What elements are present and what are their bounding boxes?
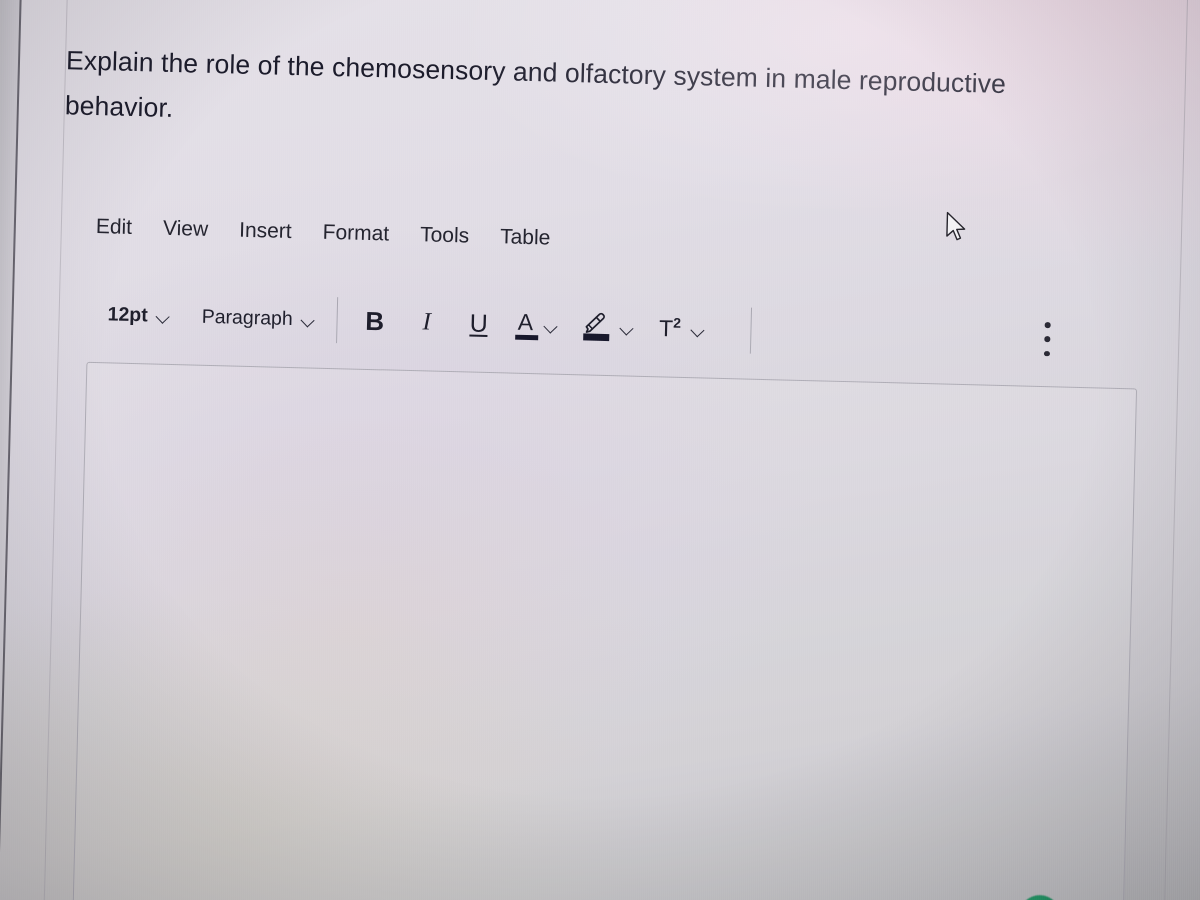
font-color-icon: A xyxy=(517,308,533,339)
font-color-control[interactable]: A xyxy=(517,308,557,340)
chevron-down-icon xyxy=(157,312,170,320)
page-content: Explain the role of the chemosensory and… xyxy=(0,0,1200,900)
superscript-exponent: 2 xyxy=(673,314,682,332)
menu-item-insert[interactable]: Insert xyxy=(239,219,292,244)
superscript-icon: T2 xyxy=(659,314,682,342)
editor-toolbar: 12pt Paragraph B I U A T2 xyxy=(107,292,772,354)
kebab-dot xyxy=(1044,336,1051,342)
editor-menubar: Edit View Insert Format Tools Table xyxy=(96,215,551,250)
more-options-icon[interactable] xyxy=(1041,322,1054,357)
italic-button[interactable]: I xyxy=(413,302,440,343)
chevron-down-icon[interactable] xyxy=(620,323,633,331)
rich-text-editor-area[interactable] xyxy=(72,361,1138,900)
toolbar-separator-2 xyxy=(750,307,753,354)
screen-panel: Explain the role of the chemosensory and… xyxy=(0,0,1200,900)
kebab-dot xyxy=(1044,350,1050,357)
menu-item-edit[interactable]: Edit xyxy=(96,215,133,240)
font-size-dropdown[interactable]: 12pt xyxy=(107,303,170,328)
menu-item-format[interactable]: Format xyxy=(322,221,389,247)
font-size-value: 12pt xyxy=(107,302,149,326)
highlighter-icon xyxy=(583,311,610,342)
mouse-pointer-icon xyxy=(944,211,971,246)
menu-item-tools[interactable]: Tools xyxy=(420,223,470,248)
chevron-down-icon[interactable] xyxy=(692,325,705,333)
monitor-photo: Explain the role of the chemosensory and… xyxy=(0,0,1200,900)
chevron-down-icon xyxy=(302,315,315,323)
superscript-base: T xyxy=(658,315,674,342)
question-prompt-text: Explain the role of the chemosensory and… xyxy=(64,45,1007,123)
block-format-dropdown[interactable]: Paragraph xyxy=(201,305,315,331)
kebab-dot xyxy=(1044,322,1051,328)
highlight-color-control[interactable] xyxy=(583,311,634,342)
chevron-down-icon[interactable] xyxy=(544,321,557,329)
block-format-value: Paragraph xyxy=(201,305,294,330)
bold-button[interactable]: B xyxy=(361,301,388,342)
menu-item-view[interactable]: View xyxy=(163,217,209,242)
toolbar-separator xyxy=(336,297,339,344)
superscript-control[interactable]: T2 xyxy=(659,314,706,343)
menu-item-table[interactable]: Table xyxy=(500,225,551,250)
underline-button[interactable]: U xyxy=(465,303,492,344)
